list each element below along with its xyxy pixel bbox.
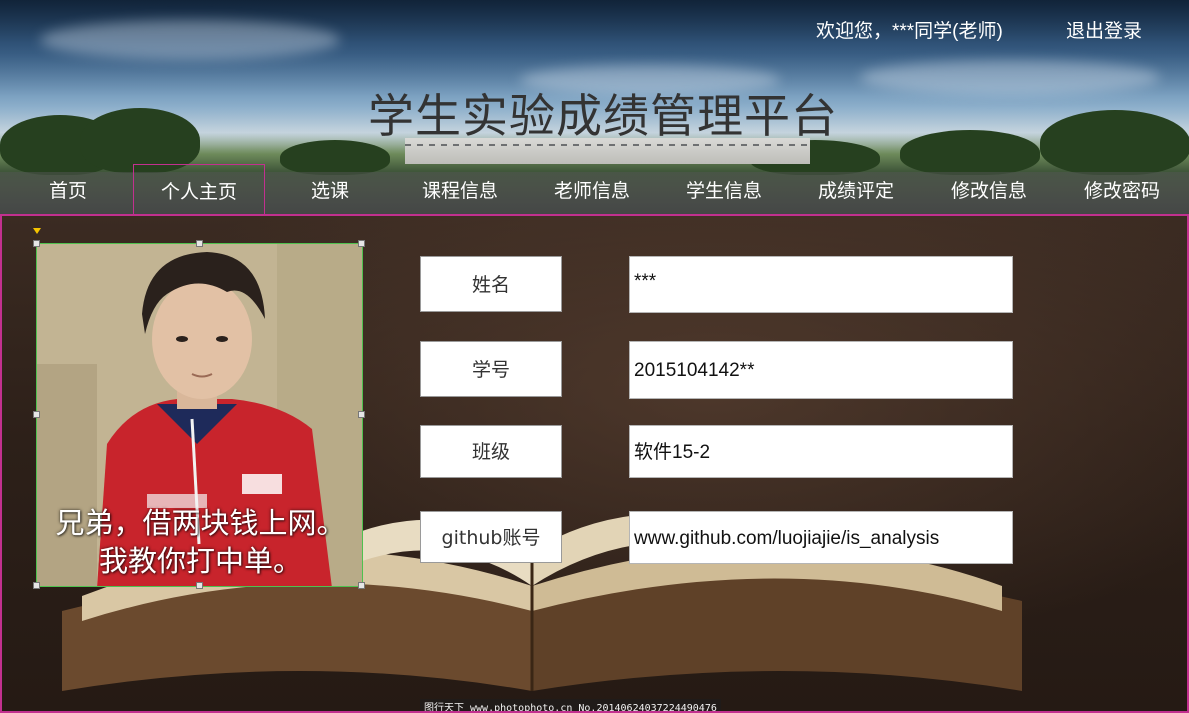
class-label: 班级 (420, 425, 562, 478)
selection-marker-icon (33, 228, 41, 234)
resize-handle[interactable] (358, 240, 365, 247)
resize-handle[interactable] (33, 582, 40, 589)
main-nav: 首页 个人主页 选课 课程信息 老师信息 学生信息 成绩评定 修改信息 修改密码 (0, 164, 1189, 214)
github-value[interactable]: www.github.com/luojiajie/is_analysis (629, 511, 1013, 564)
photo-caption-line2: 我教你打中单。 (98, 546, 302, 578)
nav-item-edit-info[interactable]: 修改信息 (941, 164, 1037, 214)
cloud-decoration (40, 20, 340, 60)
welcome-greeting: 欢迎您，***同学(老师) (816, 21, 1003, 42)
resize-handle[interactable] (33, 411, 40, 418)
nav-item-change-password[interactable]: 修改密码 (1074, 164, 1170, 214)
github-label: github账号 (420, 511, 562, 563)
nav-item-grade-evaluation[interactable]: 成绩评定 (808, 164, 904, 214)
profile-photo: 兄弟，借两块钱上网。 我教你打中单。 (36, 243, 363, 587)
photo-caption-line1: 兄弟，借两块钱上网。 (55, 508, 346, 540)
student-id-value[interactable]: 2015104142** (629, 341, 1013, 399)
nav-item-teacher-info[interactable]: 老师信息 (544, 164, 640, 214)
resize-handle[interactable] (358, 582, 365, 589)
name-value[interactable]: *** (629, 256, 1013, 313)
nav-item-course-info[interactable]: 课程信息 (412, 164, 508, 214)
class-value[interactable]: 软件15-2 (629, 425, 1013, 478)
logout-link[interactable]: 退出登录 (1066, 16, 1142, 43)
resize-handle[interactable] (196, 582, 203, 589)
page-title: 学生实验成绩管理平台 (368, 89, 838, 143)
name-label: 姓名 (420, 256, 562, 312)
image-watermark: 图行天下 www.photophoto.cn No.20140624037224… (420, 699, 721, 711)
nav-item-student-info[interactable]: 学生信息 (676, 164, 772, 214)
student-id-label: 学号 (420, 341, 562, 397)
resize-handle[interactable] (358, 411, 365, 418)
resize-handle[interactable] (196, 240, 203, 247)
nav-item-home[interactable]: 首页 (30, 164, 106, 214)
cloud-decoration (860, 60, 1160, 95)
resize-handle[interactable] (33, 240, 40, 247)
header-banner: 欢迎您，***同学(老师) 退出登录 学生实验成绩管理平台 首页 个人主页 选课… (0, 0, 1189, 216)
nav-item-personal-home[interactable]: 个人主页 (133, 164, 265, 214)
nav-item-course-selection[interactable]: 选课 (298, 164, 362, 214)
profile-content: 兄弟，借两块钱上网。 我教你打中单。 姓名 *** 学号 2015104142*… (0, 216, 1189, 713)
